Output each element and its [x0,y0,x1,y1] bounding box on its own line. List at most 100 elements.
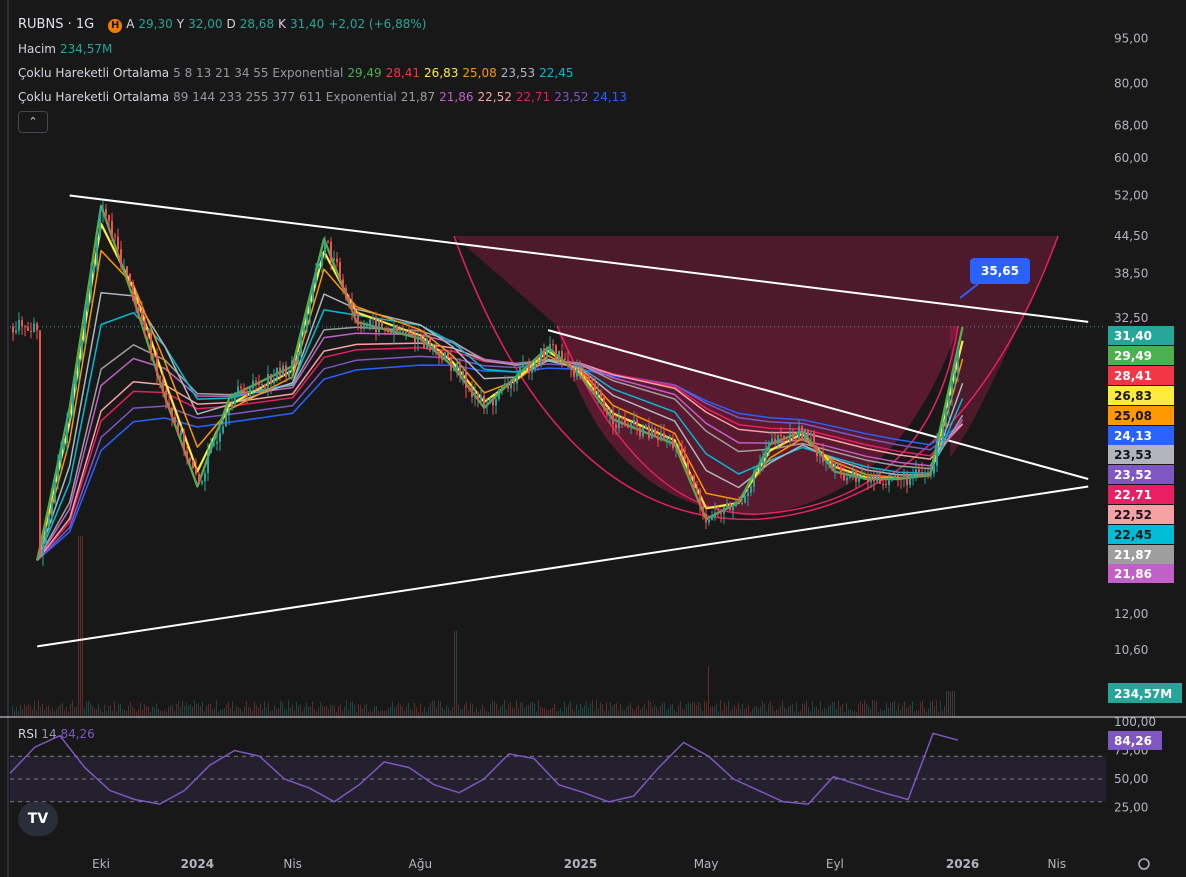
volume-bar [200,705,201,716]
volume-bar [872,700,873,716]
volume-bar [750,711,751,716]
volume-bar [954,691,955,716]
price-badge: 22,52 [1114,508,1152,522]
volume-bar [824,707,825,716]
candle-body [582,370,584,375]
volume-bar [92,705,93,716]
volume-bar [68,711,69,716]
volume-bar [752,708,753,716]
candle-body [798,426,800,440]
volume-bar [540,706,541,716]
candle-body [951,380,953,396]
volume-bar [922,700,923,716]
candle-body [666,438,668,441]
volume-bar [686,704,687,716]
close-label: K [278,17,286,31]
volume-bar [58,706,59,716]
price-axis-label: 52,00 [1114,188,1148,202]
candle-body [216,441,218,444]
volume-bar [36,710,37,716]
time-axis-label: May [694,857,719,871]
volume-bar [88,700,89,716]
candle-body [273,378,275,384]
volume-bar [840,706,841,716]
volume-bar [462,709,463,716]
ma1-legend[interactable]: Çoklu Hareketli Ortalama 5 8 13 21 34 55 … [18,66,577,80]
candle-body [234,394,236,405]
volume-bar [598,708,599,716]
volume-bar [744,709,745,716]
candle-body [459,363,461,377]
tradingview-logo-icon[interactable]: TV [18,802,58,836]
candle-body [816,447,818,457]
candle-body [189,458,191,461]
volume-bar [928,708,929,716]
volume-bar [566,707,567,716]
ma1-value: 22,45 [539,66,574,80]
time-axis-label: Eki [92,857,110,871]
candle-body [45,527,47,544]
volume-bar [528,705,529,716]
candle-body [162,379,164,391]
volume-bar [556,711,557,716]
candle-body [195,468,197,475]
volume-bar [410,709,411,716]
volume-bar [504,700,505,716]
candle-body [183,431,185,452]
volume-bar [792,704,793,716]
volume-bar [694,702,695,716]
candle-body [81,340,83,360]
price-badge: 21,86 [1114,567,1152,581]
price-chart[interactable]: 95,00 80,00 68,00 60,00 52,00 44,50 38,50 32,50… [0,0,1186,877]
volume-bar [470,703,471,716]
candle-body [153,353,155,355]
collapse-legend-button[interactable]: ⌃ [18,111,48,133]
price-badge: 31,40 [1114,329,1152,343]
volume-bar [80,536,81,716]
volume-bar [190,704,191,716]
candle-body [255,380,257,382]
volume-bar [594,710,595,716]
candle-body [756,470,758,472]
candle-body [447,352,449,358]
candle-body [324,241,326,254]
volume-bar [418,711,419,716]
candle-body [444,352,446,361]
volume-bar [444,709,445,716]
rsi-legend[interactable]: RSI 14 84,26 [18,727,95,741]
volume-bar [452,707,453,716]
volume-bar [224,708,225,716]
candle-body [24,326,26,328]
candle-body [909,477,911,485]
volume-bar [450,710,451,716]
volume-bar [358,704,359,716]
volume-bar [762,701,763,716]
volume-bar [934,706,935,716]
volume-bar [796,702,797,716]
candle-body [774,438,776,445]
candle-body [789,432,791,442]
ticker-label[interactable]: RUBNS · 1G [18,17,94,32]
ma2-legend[interactable]: Çoklu Hareketli Ortalama 89 144 233 255 3… [18,90,631,104]
volume-bar [550,708,551,716]
volume-bar [734,705,735,716]
candle-body [543,348,545,357]
volume-bar [916,710,917,716]
volume-legend[interactable]: Hacim 234,57M [18,42,116,56]
candle-body [192,460,194,469]
volume-bar [832,701,833,716]
candle-body [441,357,443,361]
price-axis-label: 95,00 [1114,32,1148,46]
volume-bar [332,704,333,716]
ma1-value: 25,08 [462,66,497,80]
candle-body [126,266,128,274]
candle-body [279,367,281,376]
price-badge: 21,87 [1114,548,1152,562]
candle-body [555,345,557,360]
price-badge: 28,41 [1114,369,1152,383]
volume-bar [180,706,181,716]
volume-bar [12,706,13,716]
volume-bar [804,703,805,716]
h-badge-icon: H [108,19,123,33]
candle-body [624,418,626,424]
